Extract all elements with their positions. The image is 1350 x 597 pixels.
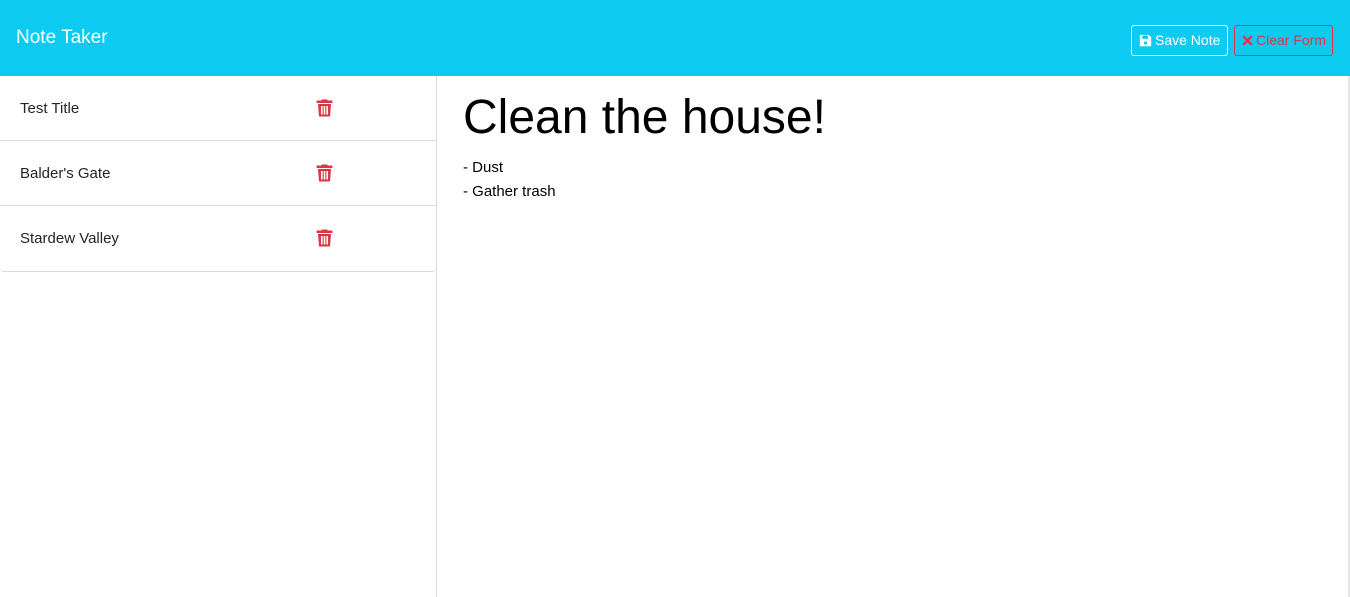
note-text-area[interactable]: - Dust - Gather trash [463,156,556,204]
trash-icon[interactable] [316,98,333,117]
note-list: Test Title Balder's Gate [0,76,436,272]
trash-icon[interactable] [316,163,333,182]
trash-icon[interactable] [316,228,333,247]
note-title-input[interactable]: Clean the house! [463,90,826,146]
save-note-button[interactable]: Save Note [1131,25,1228,56]
clear-form-label: Clear Form [1256,32,1327,48]
note-title[interactable]: Test Title [20,99,79,119]
save-note-label: Save Note [1155,32,1221,48]
notes-sidebar: Test Title Balder's Gate [0,76,437,597]
note-list-item[interactable]: Balder's Gate [0,141,436,206]
clear-form-button[interactable]: Clear Form [1234,25,1333,56]
note-list-item[interactable]: Stardew Valley [0,206,436,271]
note-editor: Clean the house! - Dust - Gather trash [437,76,1348,597]
x-icon [1242,35,1253,46]
note-list-item[interactable]: Test Title [0,76,436,141]
navbar: Note Taker Save Note Clear Form [0,0,1350,76]
brand-link[interactable]: Note Taker [16,26,108,50]
note-title[interactable]: Stardew Valley [20,229,119,249]
note-title[interactable]: Balder's Gate [20,164,110,184]
floppy-disk-icon [1139,34,1152,47]
